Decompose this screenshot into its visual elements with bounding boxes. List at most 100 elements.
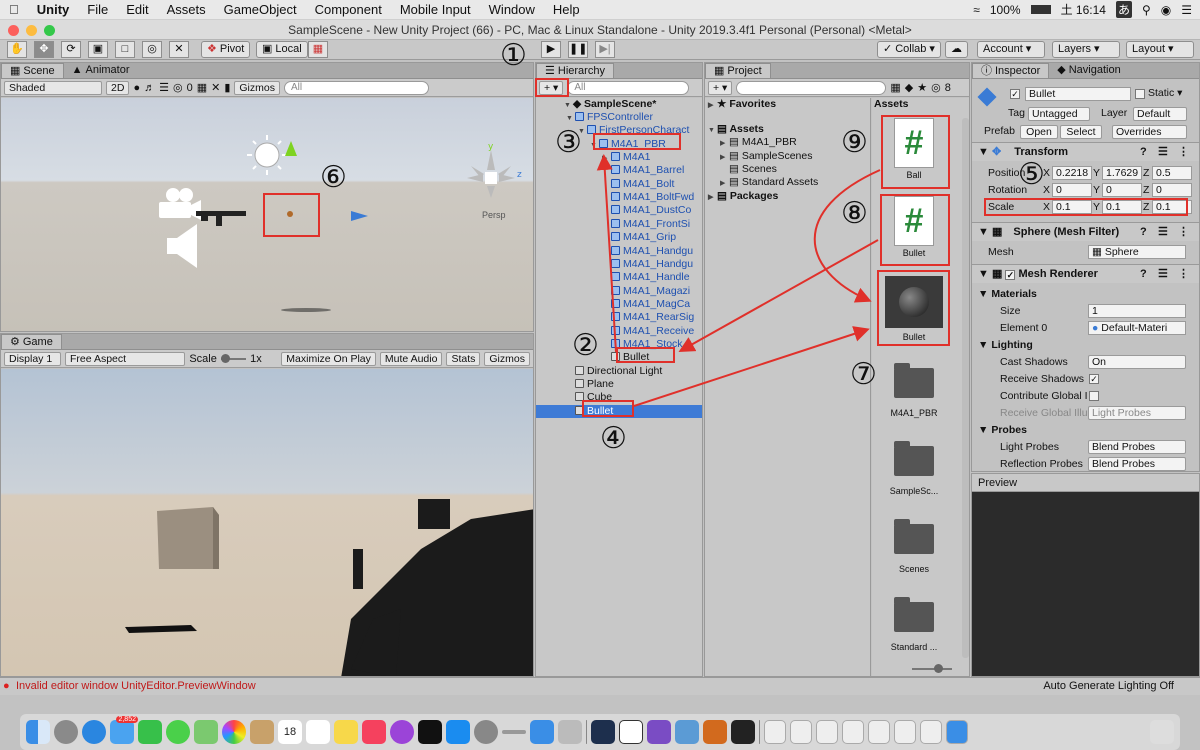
- visibility-icon[interactable]: ◎: [173, 81, 183, 94]
- mail-icon[interactable]: 2,852: [110, 716, 138, 744]
- tv-icon[interactable]: [418, 720, 442, 744]
- menu-help[interactable]: Help: [544, 2, 589, 17]
- mesh-filter-header[interactable]: ▼ ▦ Sphere (Mesh Filter)? ☰ ⋮: [972, 222, 1199, 241]
- scale-z-field[interactable]: 0.1: [1152, 200, 1192, 214]
- podcasts-icon[interactable]: [390, 720, 414, 744]
- blender-icon[interactable]: [703, 720, 727, 744]
- favorite-icon[interactable]: ★: [917, 81, 927, 94]
- account-dropdown[interactable]: Account ▾: [977, 41, 1045, 58]
- trash-icon[interactable]: [1150, 720, 1174, 744]
- menu-app[interactable]: Unity: [28, 2, 79, 17]
- project-create-button[interactable]: + ▾: [708, 80, 733, 95]
- scale-y-field[interactable]: 0.1: [1102, 200, 1142, 214]
- hierarchy-row[interactable]: M4A1_Receive: [602, 325, 694, 338]
- window-thumb-icon[interactable]: [790, 720, 812, 744]
- hierarchy-row[interactable]: Directional Light: [566, 365, 662, 378]
- position-y-field[interactable]: 1.7629: [1102, 166, 1142, 180]
- clock[interactable]: 土 16:14: [1061, 1, 1106, 18]
- transform-tool-icon[interactable]: ◎: [142, 41, 162, 58]
- camera-icon[interactable]: ▮: [224, 81, 230, 94]
- tree-folder-m4a1[interactable]: ▶ ▤ M4A1_PBR: [720, 136, 797, 149]
- asset-ball-script[interactable]: # Ball: [882, 118, 946, 180]
- menu-gameobject[interactable]: GameObject: [215, 2, 306, 17]
- hierarchy-row[interactable]: M4A1_RearSig: [602, 311, 694, 324]
- hierarchy-row[interactable]: Cube: [566, 391, 612, 404]
- hierarchy-row[interactable]: Bullet: [536, 404, 702, 418]
- receive-shadows-checkbox[interactable]: ✓: [1089, 374, 1099, 384]
- position-x-field[interactable]: 0.2218: [1052, 166, 1092, 180]
- static-checkbox[interactable]: [1135, 89, 1145, 99]
- zoom-window-button[interactable]: [44, 25, 55, 36]
- contacts-icon[interactable]: [250, 720, 274, 744]
- mesh-renderer-enabled-checkbox[interactable]: ✓: [1005, 270, 1016, 280]
- persp-label[interactable]: Persp: [482, 210, 506, 220]
- prefab-select-button[interactable]: Select: [1060, 125, 1102, 139]
- slider-thumb[interactable]: [934, 664, 943, 673]
- snap-icon[interactable]: ▦: [308, 41, 328, 58]
- stats-toggle[interactable]: Stats: [446, 351, 481, 366]
- launchpad-icon[interactable]: [54, 720, 78, 744]
- asset-bullet-prefab[interactable]: Bullet: [882, 276, 946, 342]
- reflection-probes-dropdown[interactable]: Blend Probes: [1088, 457, 1186, 471]
- layers-dropdown[interactable]: Layers ▾: [1052, 41, 1120, 58]
- close-window-button[interactable]: [8, 25, 19, 36]
- menu-mobile-input[interactable]: Mobile Input: [391, 2, 480, 17]
- hierarchy-row[interactable]: M4A1_FrontSi: [602, 218, 690, 231]
- tree-folder-samplescenes[interactable]: ▶ ▤ SampleScenes: [720, 150, 812, 163]
- scale-slider-thumb[interactable]: [220, 353, 230, 363]
- pivot-button[interactable]: ❖ Pivot: [201, 41, 251, 58]
- cloud-button[interactable]: ☁: [945, 41, 968, 58]
- display-dropdown[interactable]: Display 1: [4, 351, 62, 366]
- tab-game[interactable]: ⚙ Game: [1, 334, 62, 349]
- tree-folder-scenes[interactable]: ▤ Scenes: [720, 163, 777, 176]
- filter-type-icon[interactable]: ▦: [890, 81, 900, 94]
- siri-icon[interactable]: ◉: [1161, 3, 1171, 17]
- battery-text[interactable]: 100%: [990, 3, 1021, 17]
- tools-icon[interactable]: ✕: [211, 81, 220, 94]
- y-axis-handle[interactable]: [285, 141, 297, 156]
- search-icon[interactable]: ⚲: [1142, 3, 1151, 17]
- hierarchy-row[interactable]: ▶ M4A1: [602, 151, 650, 164]
- thumbnail-size-slider[interactable]: [912, 664, 952, 673]
- window-thumb-icon[interactable]: [764, 720, 786, 744]
- orientation-gizmo[interactable]: y z: [467, 142, 522, 198]
- hierarchy-row[interactable]: M4A1_DustCo: [602, 204, 691, 217]
- assets-row[interactable]: ▼ ▤ Assets: [708, 123, 764, 136]
- status-lighting-text[interactable]: Auto Generate Lighting Off: [1043, 678, 1174, 695]
- help-icon[interactable]: [558, 720, 582, 744]
- tab-hierarchy[interactable]: ☰ Hierarchy: [536, 63, 614, 78]
- cast-shadows-dropdown[interactable]: On: [1088, 355, 1186, 369]
- object-name-field[interactable]: Bullet: [1025, 87, 1131, 101]
- expand-triangle-icon[interactable]: ▶: [602, 152, 611, 165]
- help-icon[interactable]: ?: [1140, 265, 1147, 283]
- maps-icon[interactable]: [194, 720, 218, 744]
- contribute-gi-checkbox[interactable]: [1089, 391, 1099, 401]
- aspect-dropdown[interactable]: Free Aspect: [65, 351, 186, 366]
- calendar-icon[interactable]: 18: [278, 720, 302, 744]
- hierarchy-row[interactable]: M4A1_BoltFwd: [602, 191, 694, 204]
- apple-icon[interactable]: : [0, 2, 28, 17]
- sourcetree-icon[interactable]: [591, 720, 615, 744]
- effects-toggle-icon[interactable]: ☰: [159, 81, 169, 94]
- status-error-text[interactable]: Invalid editor window UnityEditor.Previe…: [16, 678, 256, 695]
- asset-folder-standard-assets[interactable]: Standard ...: [882, 597, 946, 652]
- hierarchy-row[interactable]: M4A1_Stock: [602, 338, 683, 351]
- local-button[interactable]: ▣ Local: [256, 41, 308, 58]
- probes-foldout[interactable]: ▼ Probes: [978, 422, 1027, 438]
- game-viewport[interactable]: [1, 369, 533, 676]
- xcode-icon[interactable]: [530, 720, 554, 744]
- more-icon[interactable]: ⋮: [1178, 223, 1189, 241]
- position-z-field[interactable]: 0.5: [1152, 166, 1192, 180]
- tag-dropdown[interactable]: Untagged: [1028, 107, 1090, 121]
- rotation-z-field[interactable]: 0: [1152, 183, 1192, 197]
- finder-icon[interactable]: [26, 720, 50, 744]
- gizmos-dropdown[interactable]: Gizmos: [234, 80, 280, 95]
- menu-file[interactable]: File: [78, 2, 117, 17]
- shading-dropdown[interactable]: Shaded: [4, 80, 102, 95]
- tab-navigation[interactable]: ◆ Navigation: [1049, 63, 1128, 78]
- asset-folder-samplescenes[interactable]: SampleSc...: [882, 441, 946, 496]
- hidden-count-icon[interactable]: ◎: [931, 81, 941, 94]
- menu-assets[interactable]: Assets: [158, 2, 215, 17]
- light-probes-dropdown[interactable]: Blend Probes: [1088, 440, 1186, 454]
- project-search-input[interactable]: [736, 80, 887, 95]
